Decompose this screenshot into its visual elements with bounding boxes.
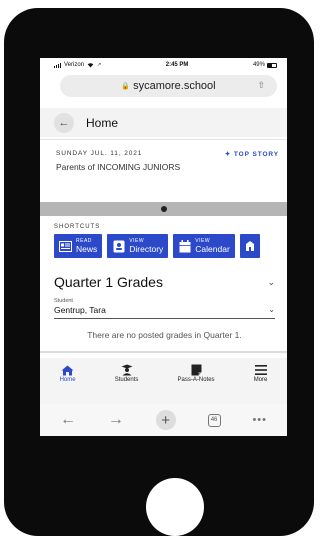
shortcut-partial-button[interactable]: [239, 234, 260, 258]
nav-item-pass-a-notes[interactable]: Pass-A-Notes: [178, 364, 215, 383]
battery-percent: 49%: [252, 62, 265, 68]
status-bar: Verizon ↗ 2:45 PM 49%: [40, 58, 287, 72]
shortcuts-row: READ News VIEW Directory VIEW Calendar: [40, 230, 287, 258]
browser-back-button[interactable]: ←: [60, 411, 76, 429]
grades-title: Quarter 1 Grades: [54, 274, 163, 290]
address-bar[interactable]: 🔒 sycamore.school ⇧: [60, 75, 277, 97]
shortcuts-label: SHORTCUTS: [54, 224, 101, 230]
shortcut-directory-button[interactable]: VIEW Directory: [107, 234, 169, 258]
student-icon: [121, 364, 133, 376]
new-tab-button[interactable]: +: [155, 410, 176, 430]
battery-icon: [266, 62, 277, 68]
share-icon[interactable]: ⇧: [257, 80, 265, 91]
browser-forward-button[interactable]: →: [108, 411, 124, 429]
grades-section: Quarter 1 Grades ⌄ Student Gentrup, Tara…: [40, 258, 287, 340]
home-button[interactable]: [146, 478, 204, 536]
shortcut-news-button[interactable]: READ News: [54, 234, 103, 258]
note-icon: [191, 364, 202, 376]
top-story-card[interactable]: SUNDAY JUL. 11, 2021 ✦ TOP STORY Parents…: [40, 140, 287, 172]
carousel-indicator: [40, 202, 287, 216]
story-headline[interactable]: Parents of INCOMING JUNIORS: [56, 162, 279, 172]
story-date: SUNDAY JUL. 11, 2021: [56, 150, 143, 157]
clock: 2:45 PM: [165, 62, 189, 68]
carousel-dot[interactable]: [160, 206, 167, 212]
screen: Verizon ↗ 2:45 PM 49% 🔒 sycamore.school …: [40, 58, 287, 436]
signal-icon: [54, 62, 61, 68]
sparkle-icon: ✦: [224, 151, 232, 158]
printer-icon: [245, 240, 255, 253]
nav-item-home[interactable]: Home: [60, 364, 76, 383]
chevron-down-icon: ⌄: [268, 305, 275, 314]
bottom-nav: Home Students Pass-A-Notes More: [40, 358, 287, 404]
chevron-down-icon[interactable]: ⌄: [267, 277, 275, 288]
calendar-icon: [178, 239, 191, 253]
back-button[interactable]: ←: [54, 112, 74, 133]
carrier-label: Verizon: [64, 62, 85, 68]
empty-grades-message: There are no posted grades in Quarter 1.: [87, 330, 242, 340]
arrow-left-icon: ←: [58, 116, 70, 129]
nav-item-students[interactable]: Students: [115, 364, 138, 383]
home-icon: [61, 364, 74, 376]
shortcut-calendar-button[interactable]: VIEW Calendar: [173, 234, 235, 258]
browser-toolbar: ← → + 46 •••: [40, 404, 287, 436]
wifi-icon: [87, 63, 94, 68]
more-options-icon[interactable]: •••: [252, 414, 267, 426]
page-title: Home: [86, 115, 119, 130]
menu-icon: [254, 364, 267, 376]
page-header: ← Home: [40, 108, 287, 137]
top-story-badge: ✦ TOP STORY: [224, 151, 279, 158]
location-icon: ↗: [97, 62, 102, 68]
student-select[interactable]: Gentrup, Tara ⌄: [54, 304, 275, 319]
url-text: sycamore.school: [133, 80, 216, 92]
student-value: Gentrup, Tara: [54, 305, 106, 315]
phone-frame: Verizon ↗ 2:45 PM 49% 🔒 sycamore.school …: [4, 8, 314, 536]
contact-card-icon: [112, 240, 125, 253]
divider: [40, 351, 287, 353]
lock-icon: 🔒: [121, 83, 131, 90]
nav-item-more[interactable]: More: [254, 364, 267, 383]
tab-count-button[interactable]: 46: [207, 413, 221, 427]
newspaper-icon: [59, 240, 72, 253]
